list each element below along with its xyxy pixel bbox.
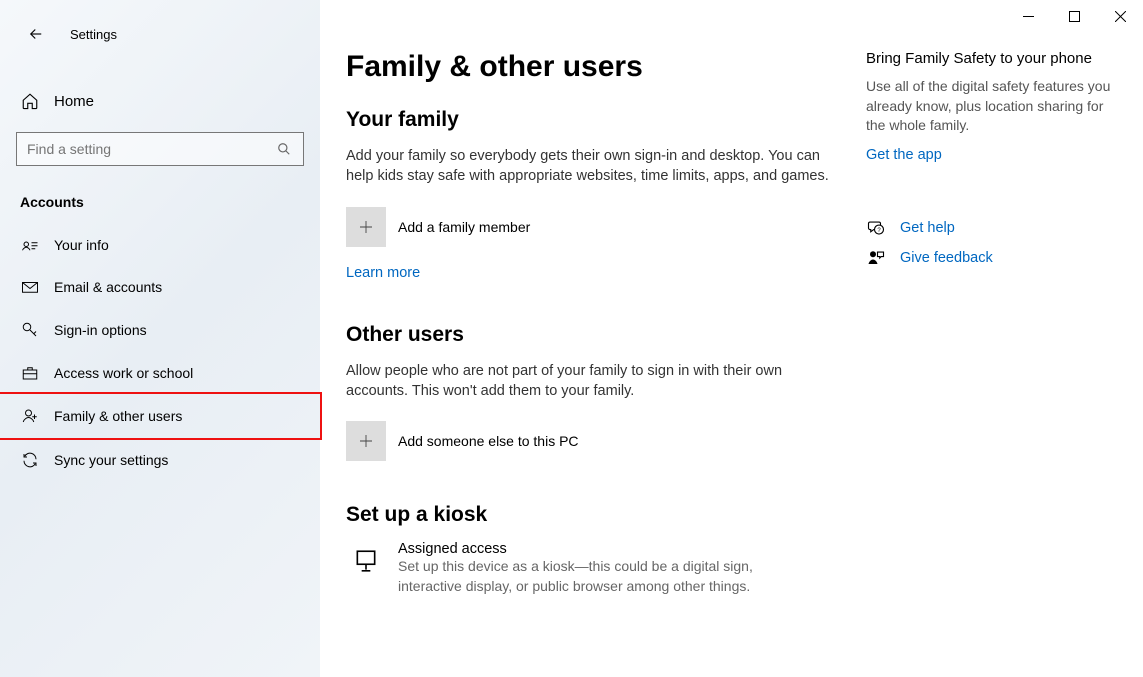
nav-label: Sign-in options [54, 322, 147, 338]
help-chat-icon: ? [866, 219, 886, 237]
give-feedback-link[interactable]: Give feedback [900, 250, 993, 266]
kiosk-heading: Set up a kiosk [346, 503, 846, 527]
home-nav[interactable]: Home [0, 82, 320, 120]
add-other-row[interactable]: Add someone else to this PC [346, 421, 846, 461]
window-title: Settings [70, 27, 117, 42]
nav-label: Email & accounts [54, 279, 162, 295]
nav-item-sync[interactable]: Sync your settings [0, 438, 320, 482]
learn-more-link[interactable]: Learn more [346, 265, 846, 281]
arrow-left-icon [27, 25, 45, 43]
add-other-button[interactable] [346, 421, 386, 461]
add-family-button[interactable] [346, 207, 386, 247]
maximize-button[interactable] [1051, 0, 1097, 32]
aside-panel: Bring Family Safety to your phone Use al… [866, 50, 1116, 596]
nav-label: Family & other users [54, 408, 182, 424]
minimize-icon [1023, 11, 1034, 22]
nav-item-email[interactable]: Email & accounts [0, 266, 320, 308]
other-description: Allow people who are not part of your fa… [346, 361, 846, 402]
nav-item-family[interactable]: Family & other users [0, 394, 320, 438]
get-app-link[interactable]: Get the app [866, 147, 942, 163]
key-icon [20, 321, 40, 339]
window-controls [1005, 0, 1143, 32]
search-input[interactable] [27, 141, 277, 157]
maximize-icon [1069, 11, 1080, 22]
sidebar-section-header: Accounts [0, 166, 320, 224]
kiosk-row[interactable]: Assigned access Set up this device as a … [346, 541, 846, 596]
feedback-icon [866, 249, 886, 267]
page-title: Family & other users [346, 50, 846, 84]
plus-icon [357, 218, 375, 236]
add-other-label[interactable]: Add someone else to this PC [398, 433, 579, 449]
home-label: Home [54, 93, 94, 110]
give-feedback-row[interactable]: Give feedback [866, 249, 1116, 267]
family-description: Add your family so everybody gets their … [346, 146, 846, 187]
kiosk-description: Set up this device as a kiosk—this could… [398, 557, 768, 596]
settings-sidebar: Settings Home Accounts Your info Email &… [0, 0, 320, 677]
add-family-label[interactable]: Add a family member [398, 219, 530, 235]
close-icon [1115, 11, 1126, 22]
kiosk-title: Assigned access [398, 541, 768, 557]
search-icon [277, 142, 293, 156]
sidebar-header: Settings [0, 10, 320, 60]
back-button[interactable] [20, 18, 52, 50]
nav-item-your-info[interactable]: Your info [0, 224, 320, 266]
user-card-icon [20, 238, 40, 252]
nav-label: Access work or school [54, 365, 193, 381]
nav-item-work[interactable]: Access work or school [0, 352, 320, 394]
family-heading: Your family [346, 108, 846, 132]
home-icon [20, 92, 40, 110]
nav-label: Your info [54, 237, 109, 253]
nav-item-signin[interactable]: Sign-in options [0, 308, 320, 352]
get-help-link[interactable]: Get help [900, 220, 955, 236]
sync-icon [20, 451, 40, 469]
promo-title: Bring Family Safety to your phone [866, 50, 1116, 67]
get-help-row[interactable]: ? Get help [866, 219, 1116, 237]
nav-label: Sync your settings [54, 452, 168, 468]
mail-icon [20, 280, 40, 294]
search-box[interactable] [16, 132, 304, 166]
people-icon [20, 407, 40, 425]
kiosk-icon [346, 541, 386, 581]
other-heading: Other users [346, 323, 846, 347]
briefcase-icon [20, 365, 40, 381]
nav-list: Your info Email & accounts Sign-in optio… [0, 224, 320, 482]
minimize-button[interactable] [1005, 0, 1051, 32]
promo-description: Use all of the digital safety features y… [866, 77, 1116, 136]
add-family-row[interactable]: Add a family member [346, 207, 846, 247]
main-content: Family & other users Your family Add you… [320, 0, 1143, 677]
plus-icon [357, 432, 375, 450]
close-button[interactable] [1097, 0, 1143, 32]
